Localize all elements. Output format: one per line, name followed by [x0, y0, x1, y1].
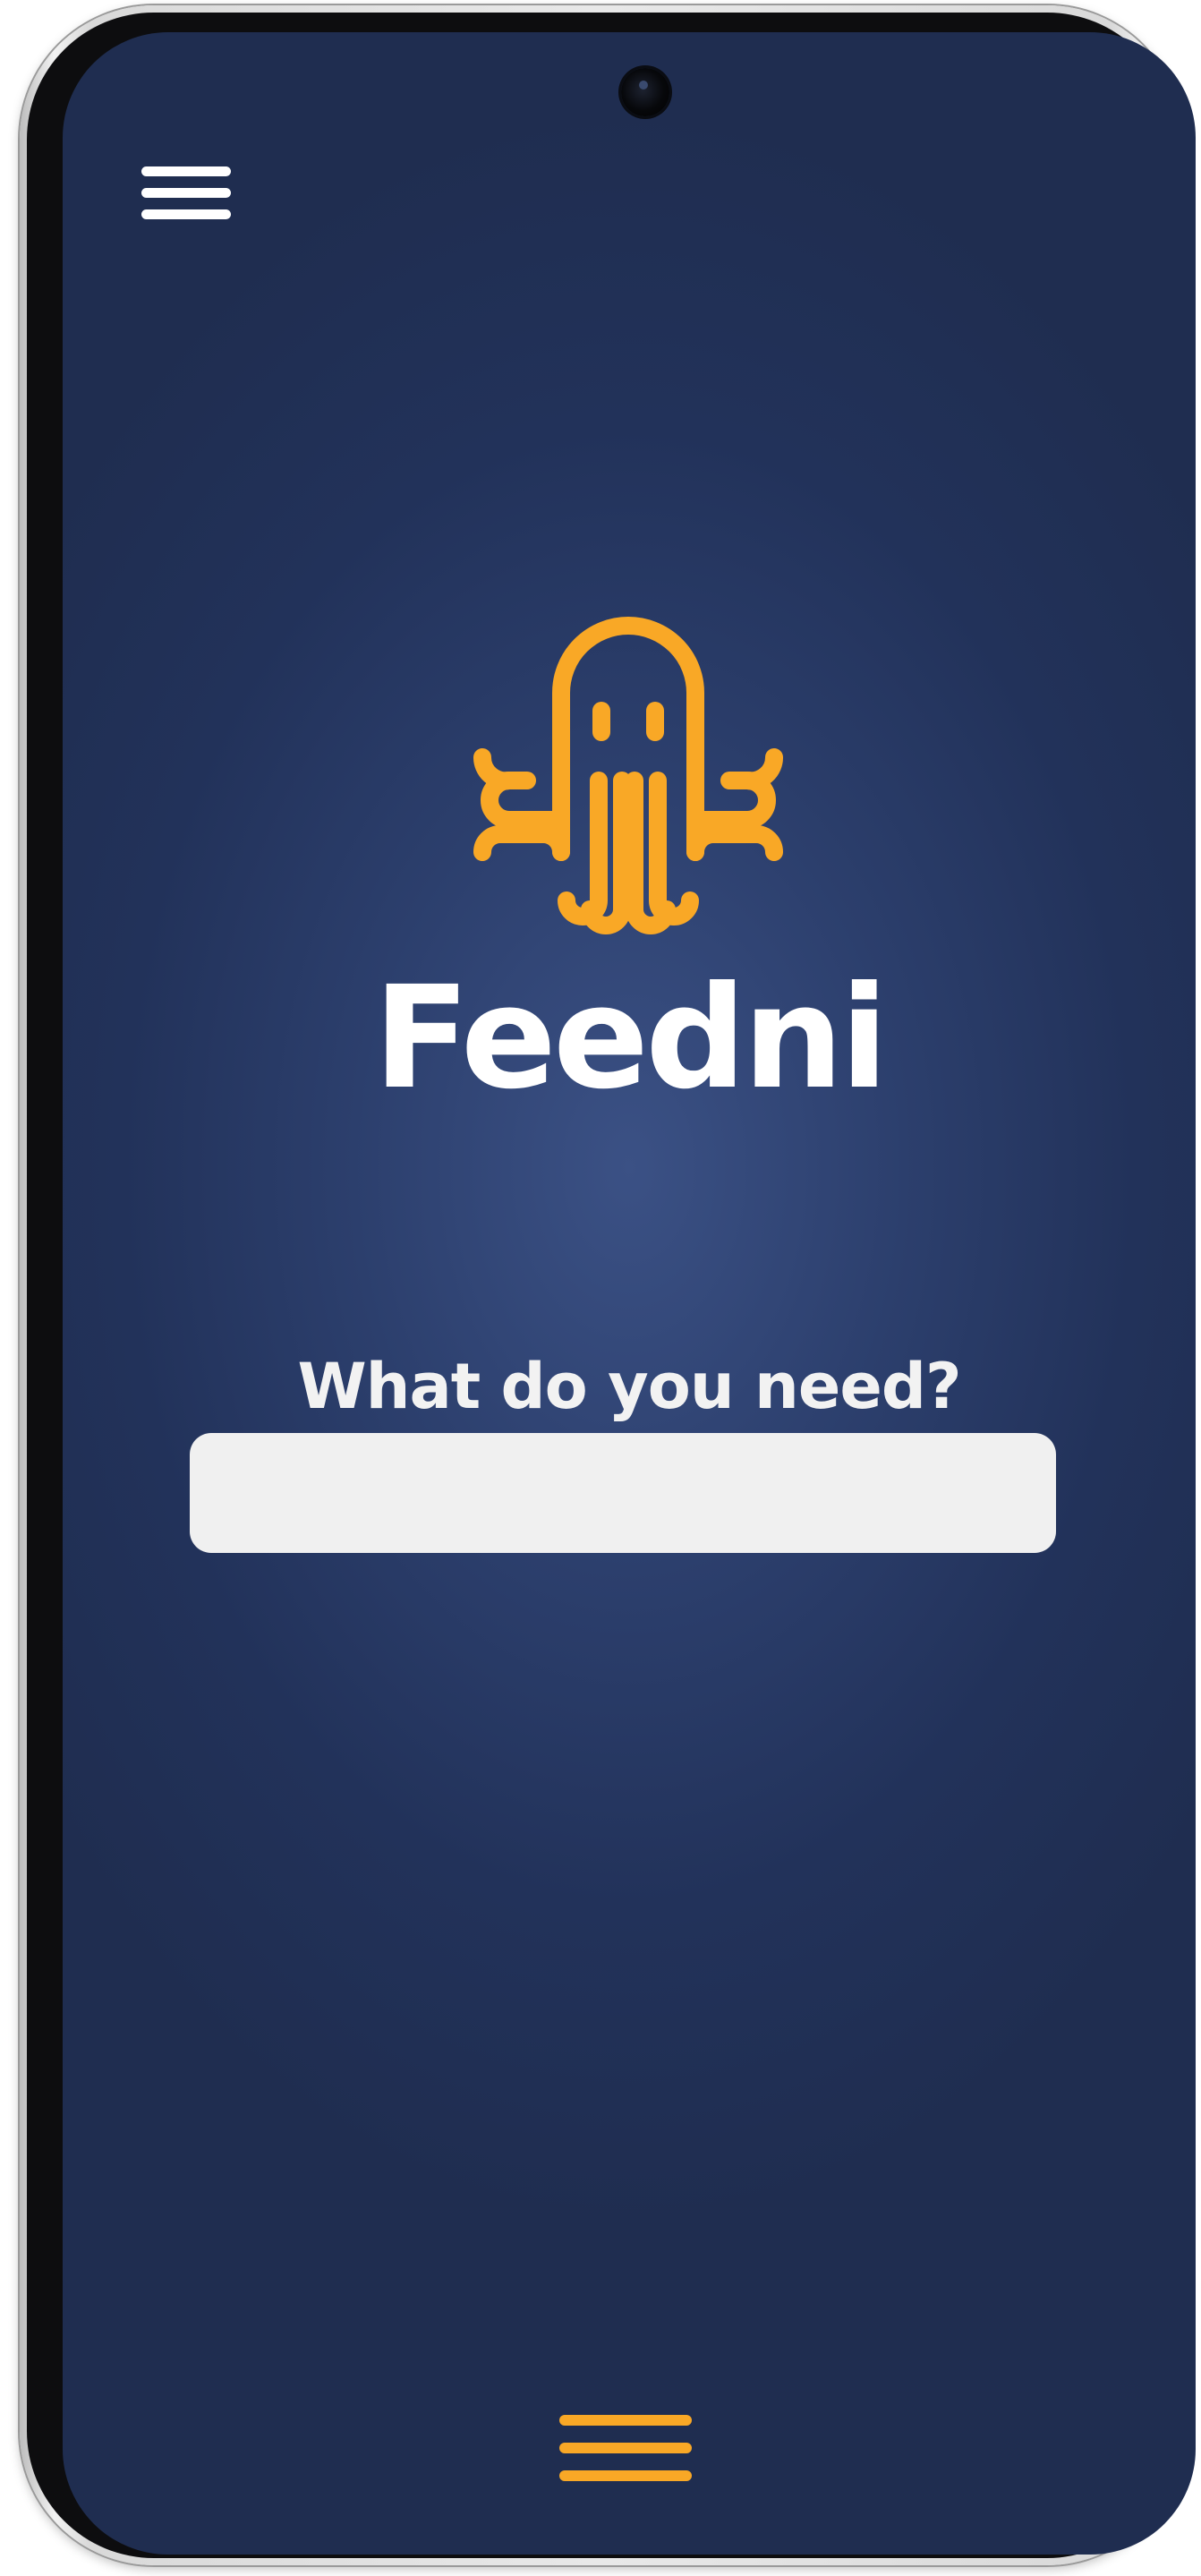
hamburger-menu-icon[interactable] [141, 166, 231, 222]
search-input[interactable] [190, 1433, 1056, 1553]
search-prompt-label: What do you need? [297, 1350, 961, 1423]
app-screen: Feedni What do you need? [63, 32, 1196, 2555]
bottom-hamburger-menu-icon[interactable] [559, 2415, 692, 2481]
phone-frame: Feedni What do you need? [20, 5, 1196, 2565]
app-title: Feedni [373, 956, 889, 1121]
octopus-logo-icon [473, 617, 783, 934]
front-camera [621, 68, 669, 116]
